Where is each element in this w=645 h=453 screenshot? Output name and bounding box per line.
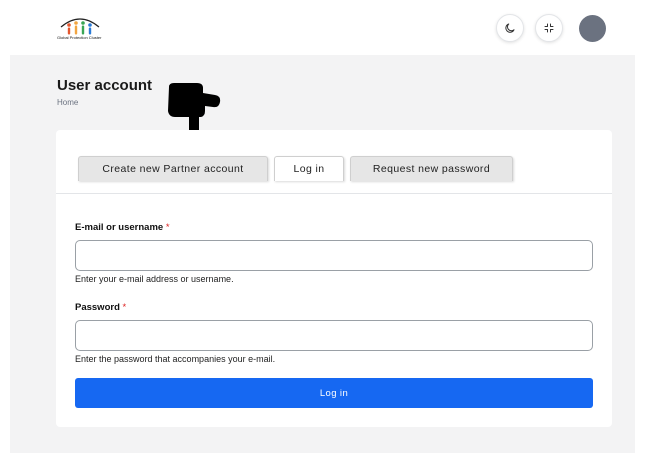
top-header: Global Protection Cluster — [0, 0, 645, 55]
logo-text: Global Protection Cluster — [57, 35, 102, 40]
main-content: User account Home Create new Partner acc… — [10, 55, 635, 453]
required-mark: * — [122, 302, 127, 313]
tab-login[interactable]: Log in — [274, 156, 344, 181]
login-button[interactable]: Log in — [75, 378, 593, 408]
tab-create-account[interactable]: Create new Partner account — [78, 156, 268, 181]
avatar[interactable] — [579, 15, 606, 42]
password-label: Password * — [75, 302, 126, 313]
collapse-button[interactable] — [535, 14, 563, 42]
username-label: E-mail or username * — [75, 222, 170, 233]
dark-mode-button[interactable] — [496, 14, 524, 42]
password-help: Enter the password that accompanies your… — [75, 354, 276, 364]
page-title: User account — [57, 77, 153, 94]
username-help: Enter your e-mail address or username. — [75, 274, 234, 284]
username-input[interactable] — [75, 240, 593, 271]
password-label-text: Password — [75, 302, 120, 313]
required-mark: * — [165, 222, 170, 233]
collapse-icon — [544, 23, 554, 33]
breadcrumb-home[interactable]: Home — [57, 98, 78, 107]
username-label-text: E-mail or username — [75, 222, 164, 233]
password-input[interactable] — [75, 320, 593, 351]
tab-bar: Create new Partner account Log in Reques… — [56, 130, 612, 194]
moon-icon — [505, 23, 515, 33]
tab-request-password[interactable]: Request new password — [350, 156, 513, 181]
login-card: Create new Partner account Log in Reques… — [56, 130, 612, 427]
